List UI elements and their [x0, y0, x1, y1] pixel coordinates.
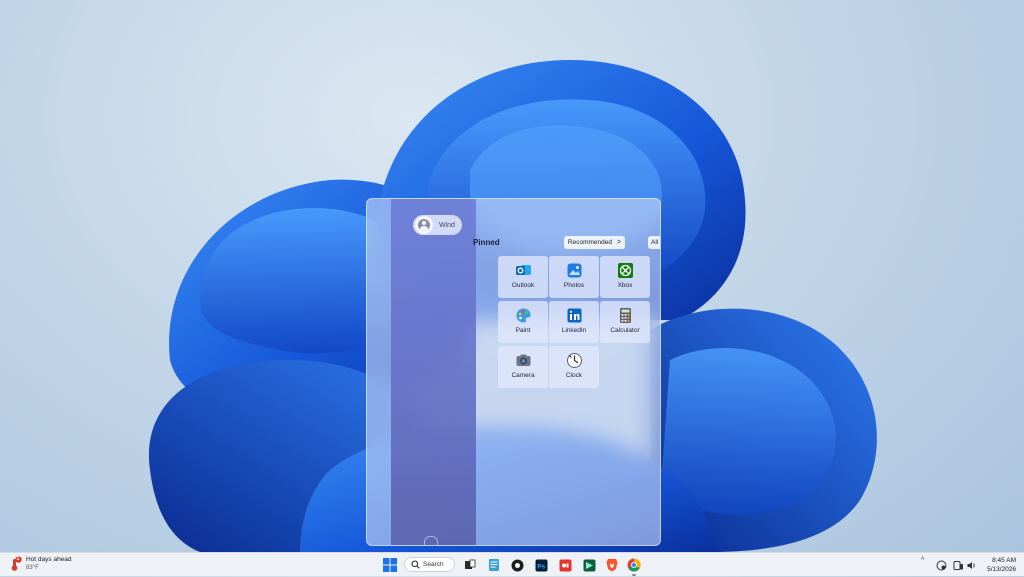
volume-icon [967, 561, 975, 569]
start-side-panel: Wind [391, 199, 476, 545]
pinned-app-xbox[interactable]: Xbox [600, 256, 650, 298]
pinned-app-outlook[interactable]: Outlook [498, 256, 548, 298]
chrome-icon [627, 558, 641, 572]
taskbar-app-photoshop[interactable]: Ps [532, 556, 550, 574]
phone-link-icon [953, 560, 963, 570]
pinned-app-paint[interactable]: Paint [498, 301, 548, 343]
app-label: Photos [563, 282, 585, 289]
tray-volume-button[interactable] [964, 556, 978, 574]
weather-widget[interactable]: 1 Hot days ahead 83°F [10, 556, 72, 572]
task-view-icon [465, 559, 476, 569]
pinned-app-photos[interactable]: Photos [549, 256, 599, 298]
tray-network-button[interactable] [934, 556, 948, 574]
weather-temp: 83°F [26, 565, 39, 571]
user-name: Wind [439, 221, 455, 229]
pinned-app-calculator[interactable]: Calculator [600, 301, 650, 343]
search-icon [411, 560, 420, 569]
tray-overflow-button[interactable]: ^ [921, 557, 924, 564]
taskbar-app-chrome[interactable] [625, 556, 643, 574]
app-red-icon [559, 559, 571, 571]
pinned-section-title: Pinned [473, 238, 500, 247]
svg-text:Ps: Ps [537, 563, 545, 570]
app-label: Clock [565, 372, 583, 379]
network-icon [936, 560, 946, 570]
app-label: Xbox [617, 282, 633, 289]
all-apps-button[interactable]: All [648, 236, 660, 249]
clock-icon [566, 352, 583, 369]
brave-icon [606, 559, 618, 572]
media-player-icon [511, 559, 523, 571]
weather-badge: 1 [16, 556, 20, 562]
pinned-app-clock[interactable]: Clock [549, 346, 599, 388]
photos-icon [566, 262, 583, 279]
start-icon [383, 558, 397, 572]
taskbar-app-red[interactable] [556, 556, 574, 574]
avatar [415, 216, 433, 234]
app-label: Camera [511, 372, 535, 379]
taskbar-app-brave[interactable] [603, 556, 621, 574]
weather-headline: Hot days ahead [26, 556, 72, 563]
app-label: Paint [515, 327, 531, 334]
camera-icon [515, 352, 532, 369]
search-label: Search [423, 561, 444, 568]
recommended-label: Recommended [567, 239, 612, 246]
paint-icon [515, 307, 532, 324]
outlook-icon [515, 262, 532, 279]
task-view-button[interactable] [461, 556, 479, 574]
notepad-icon [489, 559, 499, 571]
taskbar-app-media[interactable] [508, 556, 526, 574]
linkedin-icon [566, 307, 583, 324]
app-green-icon [583, 559, 595, 571]
app-label: Calculator [610, 327, 640, 334]
taskbar-clock[interactable]: 8:45 AM 5/13/2026 [982, 556, 1016, 574]
app-label: LinkedIn [561, 327, 587, 334]
calculator-icon [617, 307, 634, 324]
tray-device-button[interactable] [951, 556, 965, 574]
chevron-right-icon: > [616, 239, 622, 246]
taskbar-search[interactable]: Search [404, 557, 455, 572]
app-label: Outlook [511, 282, 535, 289]
all-apps-label: All [651, 239, 659, 246]
user-account-button[interactable]: Wind [413, 215, 462, 235]
clock-time: 8:45 AM [992, 557, 1016, 564]
taskbar-app-green[interactable] [580, 556, 598, 574]
chevron-up-icon: ^ [921, 557, 925, 564]
taskbar-app-notepad[interactable] [485, 556, 503, 574]
taskbar: 1 Hot days ahead 83°F Search Ps ^ 8:45 A… [0, 552, 1024, 576]
user-icon [418, 219, 430, 231]
recommended-button[interactable]: Recommended > [564, 236, 625, 249]
start-menu: Wind Pinned Recommended > All Outlook Ph… [366, 198, 661, 546]
photoshop-icon: Ps [535, 559, 547, 571]
start-button[interactable] [381, 556, 399, 574]
thermometer-icon: 1 [10, 556, 22, 572]
pinned-app-camera[interactable]: Camera [498, 346, 548, 388]
pinned-app-linkedin[interactable]: LinkedIn [549, 301, 599, 343]
power-icon[interactable] [424, 536, 438, 545]
xbox-icon [617, 262, 634, 279]
clock-date: 5/13/2026 [987, 566, 1016, 573]
